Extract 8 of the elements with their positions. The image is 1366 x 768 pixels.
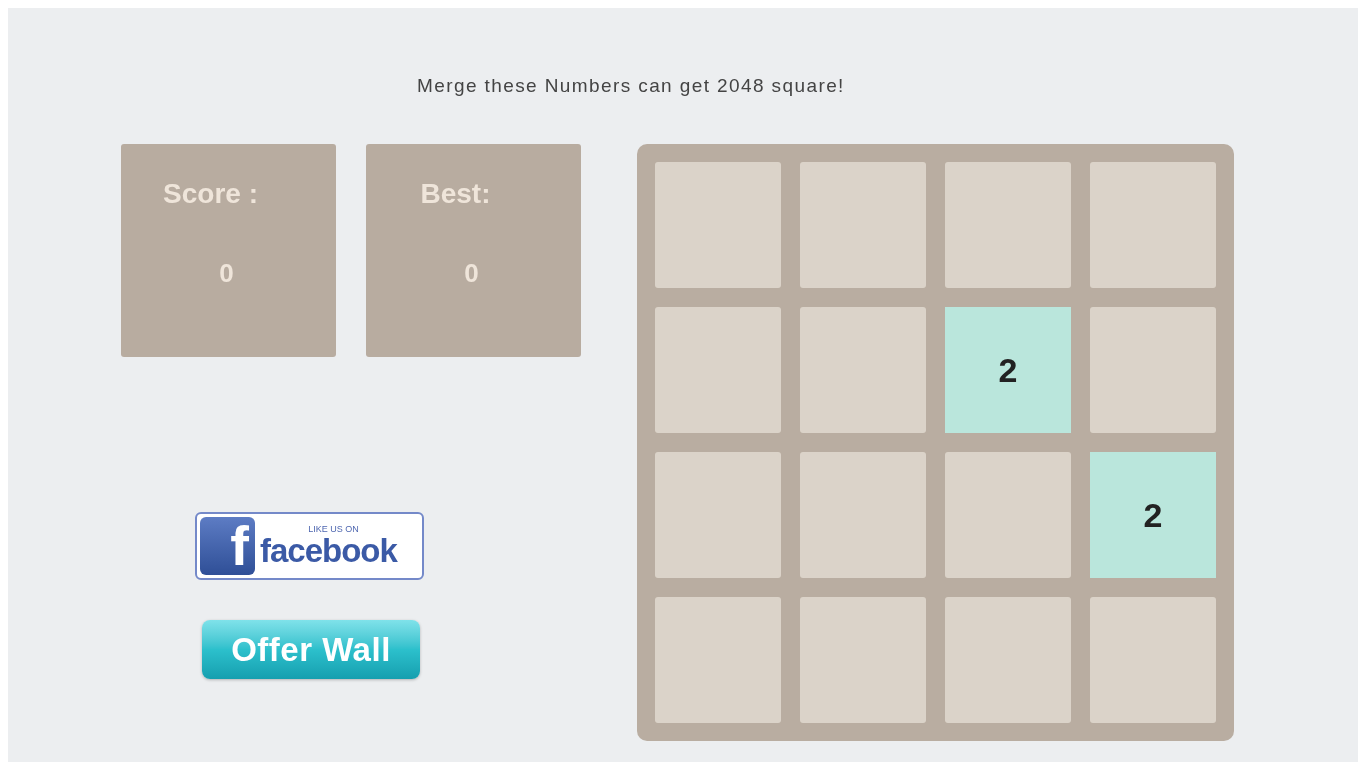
number-tile: 2: [945, 307, 1071, 433]
score-value: 0: [219, 258, 234, 288]
f-logo: f: [200, 517, 255, 575]
number-tile: 2: [1090, 452, 1216, 578]
score-label: Best:: [420, 178, 491, 210]
game-instructions: Merge these Numbers can get 2048 square!: [417, 76, 845, 96]
score-label: Score :: [163, 178, 258, 210]
score-value: 0: [464, 258, 479, 288]
